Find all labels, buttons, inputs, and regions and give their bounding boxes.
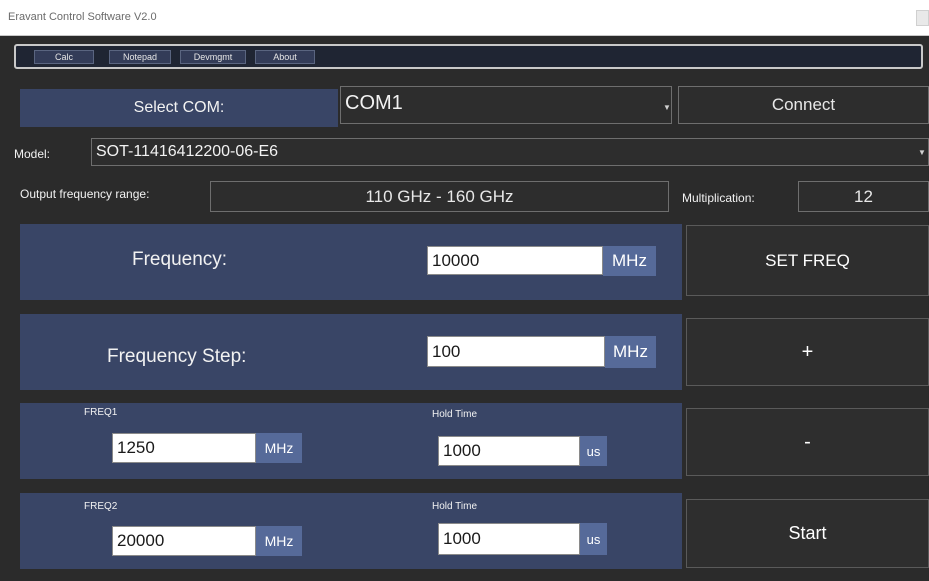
freq2-hold-time-input[interactable]: 1000: [438, 523, 580, 555]
about-button[interactable]: About: [255, 50, 315, 64]
set-freq-button[interactable]: SET FREQ: [686, 225, 929, 296]
freq1-hold-time-label: Hold Time: [432, 409, 478, 420]
frequency-unit: MHz: [603, 246, 656, 276]
step-down-button[interactable]: -: [686, 408, 929, 476]
frequency-label: Frequency:: [132, 249, 228, 270]
com-select-value: COM1: [345, 92, 403, 114]
freq2-unit: MHz: [256, 526, 302, 556]
frequency-step-input[interactable]: 100: [427, 336, 605, 367]
model-select-value: SOT-11416412200-06-E6: [96, 143, 279, 160]
toolbar: Calc Notepad Devmgmt About: [14, 44, 923, 69]
freq2-label: FREQ2: [84, 501, 118, 512]
freq1-hold-time-input[interactable]: 1000: [438, 436, 580, 466]
notepad-button[interactable]: Notepad: [109, 50, 171, 64]
devmgmt-button[interactable]: Devmgmt: [180, 50, 246, 64]
freq2-input[interactable]: 20000: [112, 526, 256, 556]
frequency-input[interactable]: 10000: [427, 246, 603, 275]
model-select[interactable]: SOT-11416412200-06-E6 ▼: [91, 138, 929, 166]
start-button[interactable]: Start: [686, 499, 929, 568]
freq2-hold-time-label: Hold Time: [432, 501, 478, 512]
multiplication-label: Multiplication:: [682, 191, 755, 205]
output-range-label: Output frequency range:: [20, 187, 150, 201]
calc-button[interactable]: Calc: [34, 50, 94, 64]
com-select[interactable]: COM1 ▼: [340, 86, 672, 124]
frequency-panel: Frequency: 10000 MHz: [20, 224, 682, 300]
freq2-hold-time-unit: us: [580, 523, 607, 555]
frequency-step-panel: Frequency Step: 100 MHz: [20, 314, 682, 390]
output-range-value: 110 GHz - 160 GHz: [210, 181, 669, 212]
frequency-step-label: Frequency Step:: [107, 346, 247, 367]
window-control-button[interactable]: [916, 10, 929, 26]
frequency-step-unit: MHz: [605, 336, 656, 368]
freq1-panel: FREQ1 1250 MHz Hold Time 1000 us: [20, 403, 682, 479]
title-bar: Eravant Control Software V2.0: [0, 0, 929, 36]
freq1-input[interactable]: 1250: [112, 433, 256, 463]
window-title: Eravant Control Software V2.0: [8, 11, 157, 23]
freq1-label: FREQ1: [84, 407, 118, 418]
freq1-hold-time-unit: us: [580, 436, 607, 466]
freq2-panel: FREQ2 20000 MHz Hold Time 1000 us: [20, 493, 682, 569]
step-up-button[interactable]: +: [686, 318, 929, 386]
model-label: Model:: [14, 147, 51, 161]
connect-button[interactable]: Connect: [678, 86, 929, 124]
select-com-label: Select COM:: [20, 89, 338, 127]
chevron-down-icon: ▼: [663, 103, 671, 112]
chevron-down-icon: ▼: [918, 148, 926, 157]
multiplication-value: 12: [798, 181, 929, 212]
freq1-unit: MHz: [256, 433, 302, 463]
